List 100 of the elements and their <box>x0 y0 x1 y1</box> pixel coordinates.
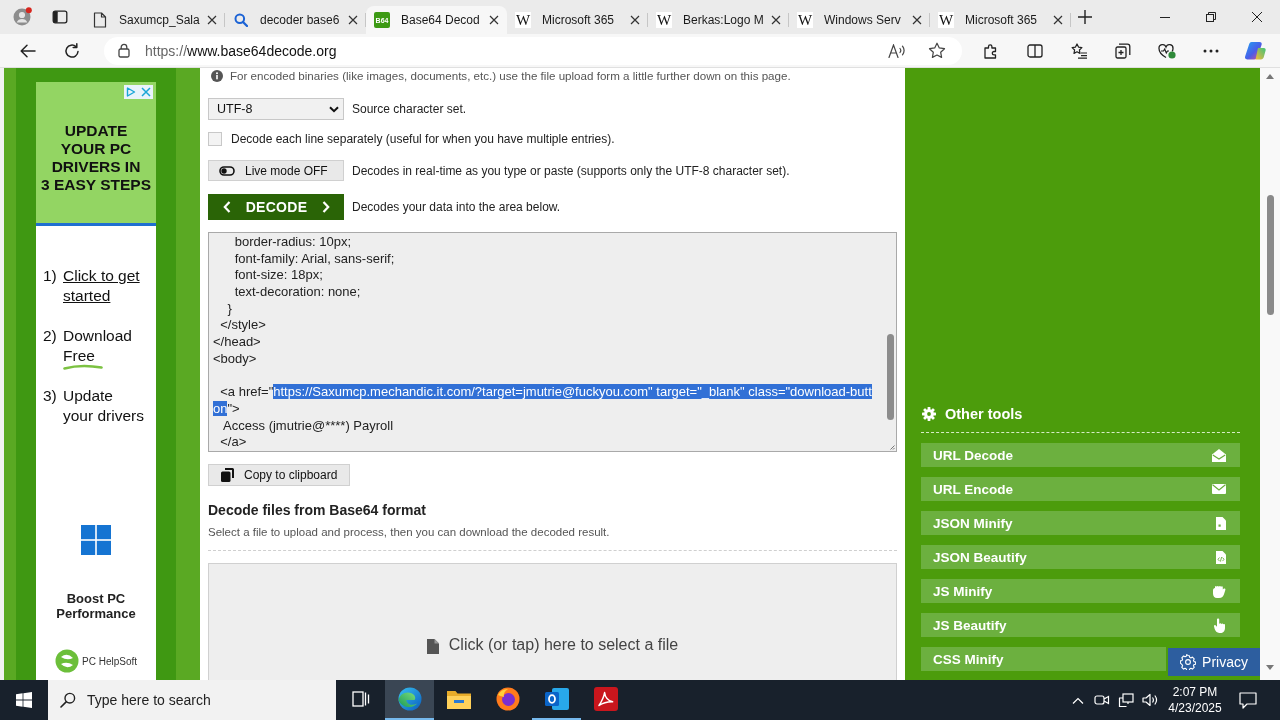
code-line: </a> <box>219 434 247 451</box>
network-icon[interactable] <box>1118 693 1134 707</box>
ad-headline: UPDATE YOUR PC DRIVERS IN 3 EASY STEPS <box>41 121 151 194</box>
selected-text: on <box>213 400 228 416</box>
code-line: border-radius: 10px; <box>233 234 351 251</box>
grid-logo-icon <box>81 525 111 555</box>
step-number: 1) <box>43 266 58 286</box>
close-icon[interactable] <box>207 15 217 25</box>
code-line: text-decoration: none; <box>233 284 361 301</box>
collections-icon[interactable] <box>1115 42 1131 59</box>
code-line: font-family: Arial, sans-serif; <box>233 250 395 268</box>
start-icon[interactable] <box>16 692 32 708</box>
notification-icon[interactable] <box>1239 691 1257 709</box>
info-text: For encoded binaries (like images, documents, etc.) use the file upload form a little further down on this page. <box>230 69 791 82</box>
close-icon[interactable] <box>1252 12 1262 22</box>
close-icon[interactable] <box>912 15 922 25</box>
file-icon <box>426 639 439 654</box>
extensions-icon[interactable] <box>983 42 999 59</box>
file-icon <box>1216 516 1226 530</box>
close-icon[interactable] <box>348 15 358 25</box>
file-code-icon <box>1216 550 1226 564</box>
code-line: </style> <box>219 317 266 335</box>
envelope-open-icon <box>1212 448 1226 462</box>
option-label: Source character set. <box>352 102 467 116</box>
fox-globe-icon <box>495 687 520 711</box>
close-icon[interactable] <box>771 15 781 25</box>
scrollbar-thumb[interactable] <box>1266 195 1274 315</box>
volume-icon[interactable] <box>1142 693 1158 707</box>
more-icon[interactable] <box>1203 48 1219 53</box>
restore-icon[interactable] <box>1206 12 1216 22</box>
step-number: 3) <box>43 386 58 406</box>
favorite-star-icon[interactable] <box>928 42 946 59</box>
output-textarea[interactable] <box>208 232 897 452</box>
document-icon <box>93 12 107 28</box>
profile-icon[interactable] <box>12 7 32 27</box>
live-mode-button[interactable]: Live mode OFF <box>208 160 344 181</box>
browser-tab[interactable]: W Microsoft 365 <box>930 6 1071 34</box>
privacy-button[interactable]: Privacy <box>1168 648 1260 676</box>
address-bar[interactable]: https://www.base64decode.org <box>104 36 962 65</box>
copy-icon <box>221 468 234 482</box>
page-scrollbar[interactable] <box>1260 68 1280 680</box>
clock-date: 4/23/2025 <box>1168 700 1222 716</box>
section-description: Select a file to upload and process, then you can download the decoded result. <box>208 525 611 539</box>
chevron-right-icon <box>322 201 330 213</box>
gear-icon <box>922 407 936 421</box>
leaf-logo-icon <box>55 649 79 673</box>
search-field[interactable]: Type here to search <box>48 680 336 720</box>
decode-button[interactable]: DECODE <box>208 194 344 220</box>
lock-icon <box>118 43 130 58</box>
favicon: W <box>515 12 531 28</box>
code-line: </head> <box>213 334 261 351</box>
browser-tab[interactable]: W Microsoft 365 <box>507 6 648 34</box>
split-screen-icon[interactable] <box>1027 43 1043 58</box>
favicon: W <box>797 12 813 28</box>
folder-icon <box>446 689 471 709</box>
brand-name: PC HelpSoft <box>82 655 137 667</box>
back-icon[interactable] <box>20 43 36 58</box>
favicon: W <box>656 12 672 28</box>
scroll-up-icon[interactable] <box>1266 74 1274 79</box>
clock-time: 2:07 PM <box>1172 684 1218 700</box>
code-line: <body> <box>213 350 257 368</box>
tab-actions-icon[interactable] <box>52 9 68 25</box>
browser-tab[interactable]: W Windows Serv <box>789 6 930 34</box>
swoosh-mark <box>63 364 103 370</box>
copy-button[interactable]: Copy to clipboard <box>208 464 350 486</box>
code-line: } <box>226 300 232 318</box>
new-tab-icon[interactable] <box>1078 10 1092 24</box>
ad-step-text: Download Free <box>63 326 132 366</box>
checkbox[interactable] <box>208 132 222 146</box>
browser-icon <box>397 687 422 711</box>
heart-pulse-icon[interactable] <box>1158 42 1176 59</box>
option-label: Decode each line separately (useful for when you have multiple entries). <box>231 132 615 146</box>
section-heading: Decode files from Base64 format <box>208 501 427 519</box>
charset-select[interactable]: UTF-8 <box>208 98 344 120</box>
camera-icon[interactable] <box>1094 693 1110 707</box>
ad-link[interactable]: Click to get started <box>63 266 140 306</box>
close-icon[interactable] <box>630 15 640 25</box>
browser-tab[interactable]: decoder base6 <box>225 6 366 34</box>
search-icon <box>234 13 248 27</box>
favorites-icon[interactable] <box>1070 42 1088 59</box>
code-line: Access (jmutrie@****) Payroll <box>222 417 394 435</box>
browser-tab[interactable]: W Berkas:Logo M <box>648 6 789 34</box>
selected-text: https://Saxumcp.mechandic.it.com/?target=jmutrie@fuckyou.com" target="_blank" class="download-butt <box>273 384 872 400</box>
close-icon[interactable] <box>1053 15 1063 25</box>
chevron-up-icon[interactable] <box>1072 696 1084 704</box>
refresh-icon[interactable] <box>64 42 80 59</box>
read-aloud-icon[interactable] <box>888 43 906 58</box>
resize-grip-icon[interactable] <box>889 444 895 450</box>
file-dropzone[interactable]: Click (or tap) here to select a file <box>208 563 897 680</box>
code-line: on"> <box>213 400 240 418</box>
scroll-down-icon[interactable] <box>1266 665 1274 670</box>
section-title: Other tools <box>945 406 1023 422</box>
caret-icon <box>329 105 339 113</box>
minimize-icon[interactable] <box>1160 16 1170 18</box>
app-logo-icon[interactable] <box>1244 40 1266 61</box>
browser-tab[interactable]: Saxumcp_Sala <box>84 6 225 34</box>
settings-icon <box>1180 654 1197 670</box>
hand-icon <box>1212 584 1226 598</box>
close-icon[interactable] <box>489 15 499 25</box>
chevron-left-icon <box>223 201 231 213</box>
